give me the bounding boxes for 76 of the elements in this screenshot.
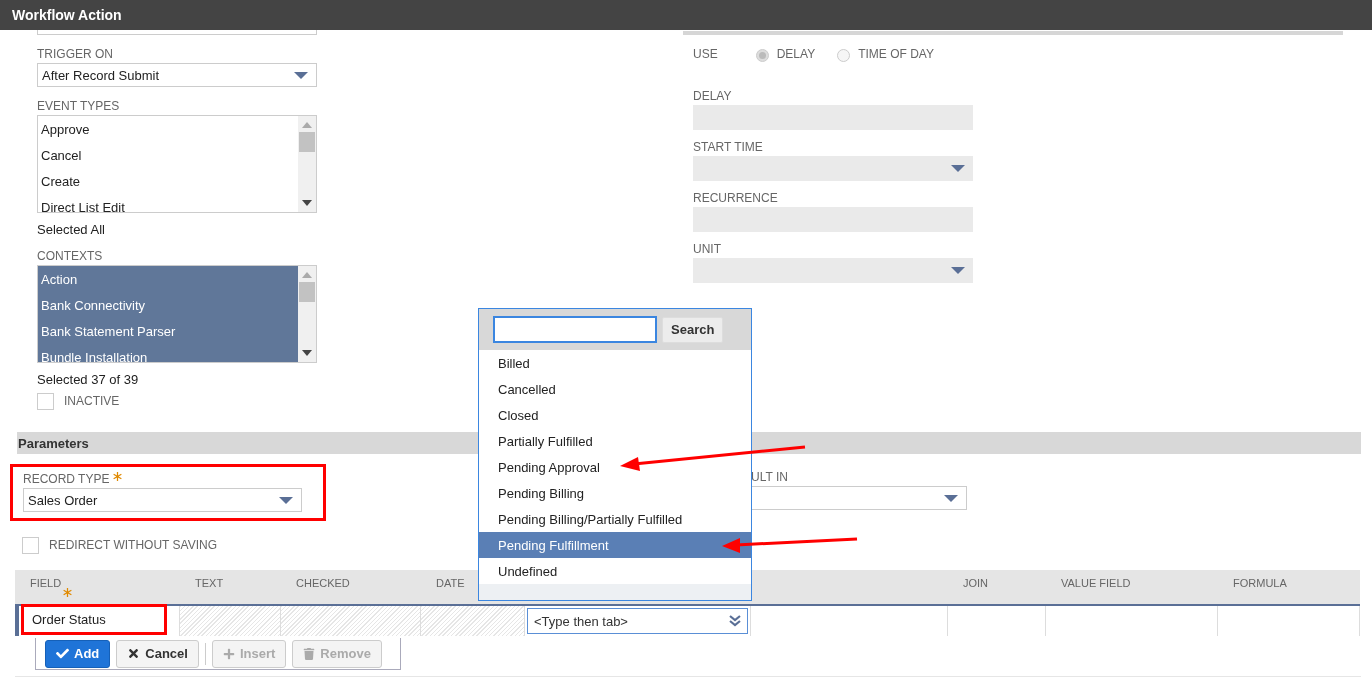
- search-button[interactable]: Search: [662, 316, 724, 343]
- dropdown-option[interactable]: Billed: [479, 350, 751, 376]
- dropdown-option[interactable]: Pending Approval: [479, 454, 751, 480]
- scroll-down-icon[interactable]: [302, 350, 312, 356]
- column-header: JOIN: [963, 577, 989, 589]
- field-label: UNIT: [693, 242, 722, 256]
- action-button[interactable]: Add: [45, 639, 111, 668]
- select-field[interactable]: [693, 258, 973, 283]
- list-item[interactable]: Bundle Installation: [38, 344, 298, 362]
- checkbox-label: REDIRECT WITHOUT SAVING: [49, 537, 217, 552]
- scroll-thumb[interactable]: [299, 282, 315, 302]
- caret-icon: [294, 71, 308, 79]
- caret-icon: [951, 165, 965, 172]
- scroll-thumb[interactable]: [299, 132, 315, 152]
- scroll-up-icon[interactable]: [302, 122, 312, 128]
- column-header: VALUE FIELD: [1061, 577, 1131, 589]
- select-field[interactable]: After Record Submit: [37, 63, 317, 87]
- window-title: Workflow Action: [12, 7, 122, 23]
- list-item[interactable]: Bank Statement Parser: [38, 318, 298, 344]
- list-item[interactable]: Action: [38, 266, 298, 292]
- caret-icon: [279, 496, 293, 504]
- field-label: DELAY: [693, 89, 733, 103]
- field-label: EVENT TYPES: [37, 99, 121, 113]
- dropdown-option[interactable]: Pending Billing/Partially Fulfilled: [479, 506, 751, 532]
- check-icon: [56, 647, 69, 660]
- field-label: START TIME: [693, 140, 764, 154]
- field-label: RECORD TYPE: [23, 472, 323, 486]
- plus-icon: [222, 647, 235, 660]
- checkbox[interactable]: [37, 393, 54, 410]
- table-cell[interactable]: [1046, 606, 1218, 636]
- search-field[interactable]: [493, 316, 657, 343]
- radio-button[interactable]: [837, 48, 851, 62]
- field-label: ULT IN: [751, 470, 789, 484]
- column-header: CHECKED: [296, 577, 350, 589]
- trash-icon: [303, 647, 316, 660]
- scroll-up-icon[interactable]: [302, 272, 312, 278]
- dropdown-option[interactable]: Undefined: [479, 558, 751, 584]
- combo-field[interactable]: <Type then tab>: [527, 608, 748, 634]
- input-field[interactable]: [37, 30, 317, 35]
- radio-label: TIME OF DAY: [858, 47, 934, 61]
- selection-summary: Selected 37 of 39: [37, 372, 140, 387]
- list-box[interactable]: Action Bank Connectivity Bank Statement Parser Bundle Installation: [37, 265, 317, 363]
- scroll-down-icon[interactable]: [302, 200, 312, 206]
- scrollbar[interactable]: [298, 116, 316, 212]
- column-header: DATE: [436, 577, 465, 589]
- field-label: TRIGGER ON: [37, 47, 114, 61]
- scrollbar[interactable]: [298, 266, 316, 362]
- checkbox-label: INACTIVE: [64, 393, 120, 408]
- column-header: FORMULA: [1233, 577, 1287, 589]
- dropdown-option[interactable]: Closed: [479, 402, 751, 428]
- table-cell[interactable]: [948, 606, 1046, 636]
- caret-icon: [944, 494, 958, 502]
- column-header: TEXT: [195, 577, 224, 589]
- dropdown-option[interactable]: Pending Fulfillment: [479, 532, 751, 558]
- checkbox[interactable]: [22, 537, 39, 554]
- select-field[interactable]: [693, 156, 973, 181]
- double-caret-icon: [729, 615, 741, 627]
- list-item[interactable]: Bank Connectivity: [38, 292, 298, 318]
- radio-button[interactable]: [755, 48, 769, 62]
- caret-icon: [951, 267, 965, 274]
- field-label: CONTEXTS: [37, 249, 104, 263]
- dropdown-option[interactable]: Pending Billing: [479, 480, 751, 506]
- list-box[interactable]: Approve Cancel Create Direct List Edit: [37, 115, 317, 213]
- table-cell[interactable]: [751, 606, 948, 636]
- selection-summary: Selected All: [37, 222, 106, 237]
- table-cell[interactable]: [1218, 606, 1360, 636]
- dropdown-option[interactable]: Partially Fulfilled: [479, 428, 751, 454]
- action-button[interactable]: Cancel: [116, 639, 199, 668]
- field-label: RECURRENCE: [693, 191, 779, 205]
- close-icon: [127, 647, 141, 660]
- select-field[interactable]: Sales Order: [23, 488, 302, 512]
- field-label: USE: [693, 47, 718, 61]
- dropdown-option[interactable]: Cancelled: [479, 376, 751, 402]
- radio-label: DELAY: [776, 47, 816, 61]
- section-title: Parameters: [18, 435, 89, 451]
- column-header: FIELD: [30, 577, 62, 589]
